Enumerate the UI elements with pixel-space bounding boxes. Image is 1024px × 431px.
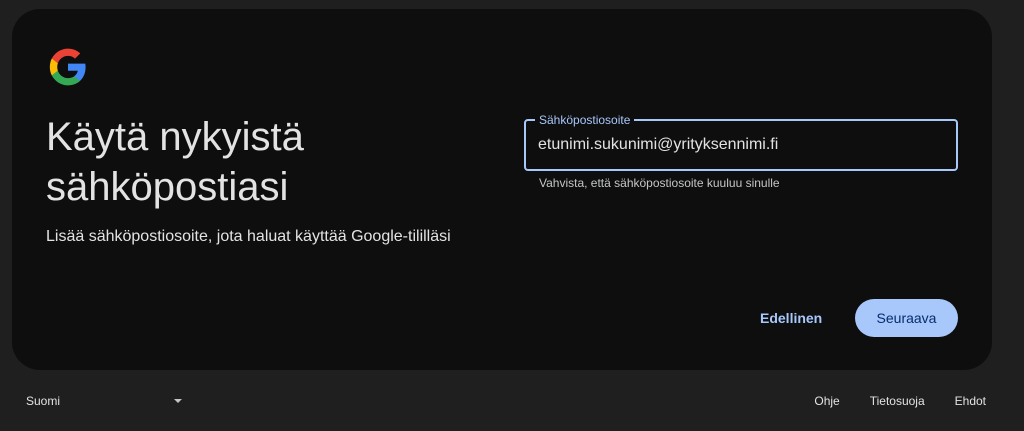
back-button[interactable]: Edellinen [748,299,834,337]
footer-link-help[interactable]: Ohje [814,394,839,408]
caret-down-icon [174,399,182,403]
language-select-value: Suomi [26,394,61,408]
next-button[interactable]: Seuraava [855,299,958,337]
page-subtitle: Lisää sähköpostiosoite, jota haluat käyt… [46,228,451,245]
signin-card: Käytä nykyistä sähköpostiasi Lisää sähkö… [12,9,992,370]
footer-link-privacy[interactable]: Tietosuoja [870,394,925,408]
google-logo-icon [49,48,86,86]
footer-links: Ohje Tietosuoja Ehdot [784,385,986,417]
page-title: Käytä nykyistä sähköpostiasi [46,115,304,209]
email-input[interactable] [526,121,956,169]
language-select[interactable]: Suomi [14,385,190,417]
footer-link-terms[interactable]: Ehdot [955,394,986,408]
email-field[interactable]: Sähköpostiosoite [524,113,958,171]
email-helper-text: Vahvista, että sähköpostiosoite kuuluu s… [539,176,780,190]
footer: Suomi Ohje Tietosuoja Ehdot [0,385,1024,417]
